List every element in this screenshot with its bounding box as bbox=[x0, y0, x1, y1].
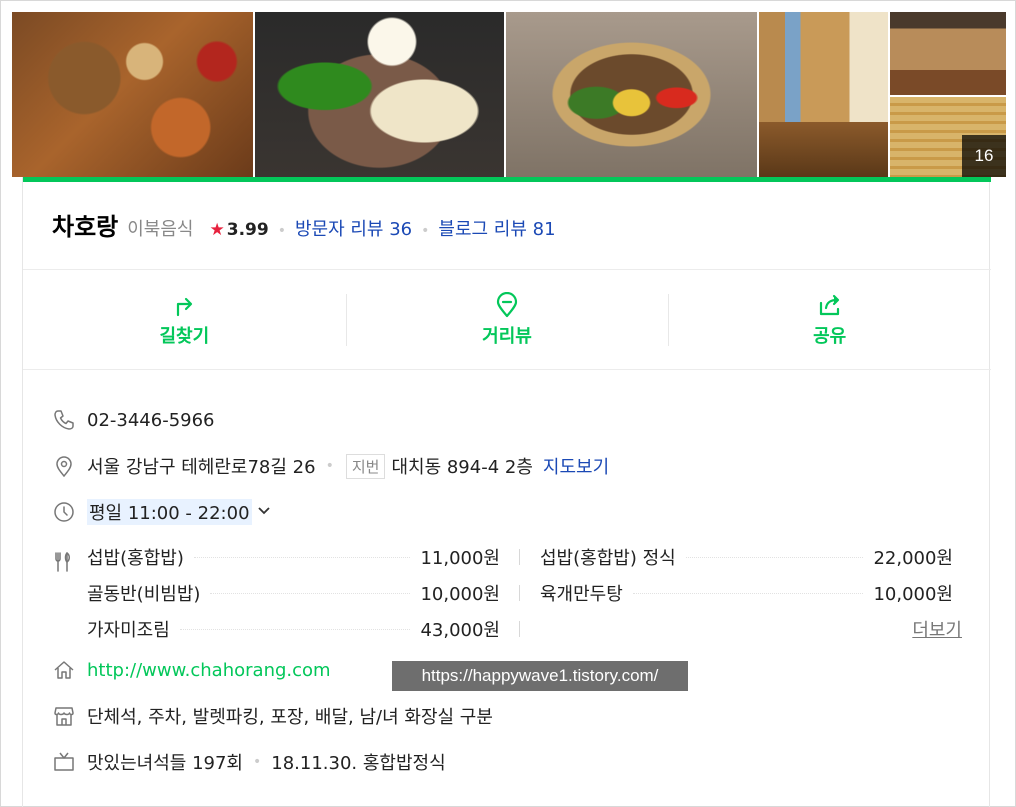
home-icon bbox=[52, 658, 76, 682]
star-icon: ★ bbox=[209, 220, 225, 240]
road-address: 서울 강남구 테헤란로78길 26 bbox=[87, 457, 316, 478]
interior-photo-1[interactable] bbox=[758, 12, 889, 177]
menu-item: 골동반(비빔밥) 10,000원 bbox=[87, 580, 500, 606]
address-row: 서울 강남구 테헤란로78길 26 • 지번 대치동 894-4 2층 지도보기 bbox=[52, 443, 962, 489]
photo-count-badge[interactable]: 16 bbox=[962, 135, 1006, 177]
blog-reviews-link[interactable]: 블로그 리뷰 81 bbox=[438, 215, 555, 241]
leader-line bbox=[632, 592, 864, 594]
amenities-text: 단체석, 주차, 발렛파킹, 포장, 배달, 남/녀 화장실 구분 bbox=[87, 707, 493, 728]
menu-item: 가자미조림 43,000원 bbox=[87, 616, 500, 642]
place-category: 이북음식 bbox=[127, 219, 194, 240]
menu-price: 10,000원 bbox=[873, 584, 953, 605]
menu-separator bbox=[519, 585, 520, 601]
photo-strip[interactable]: 16 bbox=[12, 12, 1006, 177]
leader-line bbox=[685, 556, 864, 558]
menu-row: 골동반(비빔밥) 10,000원 육개만두탕 10,000원 bbox=[87, 575, 962, 611]
street-view-icon bbox=[496, 292, 518, 318]
chevron-down-icon bbox=[257, 504, 270, 520]
menu-item: 섭밥(홍합밥) 정식 22,000원 bbox=[540, 544, 953, 570]
interior-photo-2[interactable] bbox=[890, 12, 1006, 95]
menu-price: 43,000원 bbox=[420, 620, 500, 641]
separator-dot: • bbox=[253, 754, 262, 770]
menu-price: 11,000원 bbox=[420, 548, 500, 569]
food-photo-2[interactable] bbox=[254, 12, 505, 177]
menu-separator bbox=[519, 621, 520, 637]
accent-bar bbox=[23, 177, 991, 182]
food-photo-3[interactable] bbox=[506, 12, 757, 177]
menu-name: 육개만두탕 bbox=[540, 584, 623, 605]
menu-more-link[interactable]: 더보기 bbox=[540, 616, 962, 642]
phone-number[interactable]: 02-3446-5966 bbox=[87, 410, 215, 431]
lot-address-tag: 지번 bbox=[345, 453, 386, 479]
separator-dot: • bbox=[277, 223, 286, 239]
menu-grid: 섭밥(홍합밥) 11,000원 섭밥(홍합밥) 정식 22,000원 골동반(비… bbox=[87, 539, 962, 647]
phone-icon bbox=[52, 408, 76, 432]
tv-show: 맛있는녀석들 197회 bbox=[87, 753, 243, 774]
place-panel: 16 차호랑 이북음식 ★ 3.99 • 방문자 리뷰 36 • 블로그 리뷰 … bbox=[0, 0, 1016, 807]
separator-dot: • bbox=[421, 223, 430, 239]
menu-name: 섭밥(홍합밥) 정식 bbox=[540, 548, 676, 569]
menu-section: 섭밥(홍합밥) 11,000원 섭밥(홍합밥) 정식 22,000원 골동반(비… bbox=[52, 539, 962, 647]
view-map-link[interactable]: 지도보기 bbox=[543, 453, 609, 479]
action-bar: 길찾기 거리뷰 공유 bbox=[23, 270, 991, 370]
directions-icon bbox=[177, 297, 193, 317]
street-view-label: 거리뷰 bbox=[482, 326, 532, 347]
food-photo-1[interactable] bbox=[12, 12, 253, 177]
place-name: 차호랑 bbox=[52, 213, 119, 241]
rating-value: 3.99 bbox=[226, 220, 269, 240]
menu-name: 섭밥(홍합밥) bbox=[87, 548, 184, 569]
menu-item: 육개만두탕 10,000원 bbox=[540, 580, 953, 606]
business-hours: 평일 11:00 - 22:00 bbox=[87, 499, 252, 525]
menu-row: 섭밥(홍합밥) 11,000원 섭밥(홍합밥) 정식 22,000원 bbox=[87, 539, 962, 575]
share-label: 공유 bbox=[813, 326, 847, 347]
blog-watermark: https://happywave1.tistory.com/ bbox=[392, 661, 688, 691]
share-icon bbox=[819, 294, 839, 316]
menu-item: 섭밥(홍합밥) 11,000원 bbox=[87, 544, 500, 570]
menu-price: 22,000원 bbox=[873, 548, 953, 569]
fork-knife-icon bbox=[52, 551, 76, 575]
menu-name: 가자미조림 bbox=[87, 620, 170, 641]
leader-line bbox=[210, 592, 411, 594]
hours-toggle[interactable]: 평일 11:00 - 22:00 bbox=[87, 499, 270, 525]
visitor-reviews-link[interactable]: 방문자 리뷰 36 bbox=[295, 215, 412, 241]
share-button[interactable]: 공유 bbox=[668, 270, 991, 370]
tv-row: 맛있는녀석들 197회 • 18.11.30. 홍합밥정식 bbox=[52, 739, 962, 785]
interior-photo-3[interactable]: 16 bbox=[890, 97, 1006, 177]
store-icon bbox=[52, 704, 76, 728]
menu-separator bbox=[519, 549, 520, 565]
leader-line bbox=[193, 556, 411, 558]
place-card: 차호랑 이북음식 ★ 3.99 • 방문자 리뷰 36 • 블로그 리뷰 81 … bbox=[22, 177, 991, 807]
separator-dot: • bbox=[325, 458, 334, 474]
menu-price: 10,000원 bbox=[420, 584, 500, 605]
menu-name: 골동반(비빔밥) bbox=[87, 584, 201, 605]
tv-episode: 18.11.30. 홍합밥정식 bbox=[271, 753, 446, 774]
divider bbox=[23, 369, 991, 370]
lot-address: 대치동 894-4 2층 bbox=[391, 457, 533, 478]
website-link[interactable]: http://www.chahorang.com bbox=[87, 660, 331, 681]
street-view-button[interactable]: 거리뷰 bbox=[345, 270, 669, 370]
amenities-row: 단체석, 주차, 발렛파킹, 포장, 배달, 남/녀 화장실 구분 bbox=[52, 693, 962, 739]
leader-line bbox=[179, 628, 411, 630]
directions-button[interactable]: 길찾기 bbox=[23, 270, 346, 370]
directions-label: 길찾기 bbox=[159, 326, 210, 347]
hours-row: 평일 11:00 - 22:00 bbox=[52, 489, 962, 535]
title-row: 차호랑 이북음식 ★ 3.99 • 방문자 리뷰 36 • 블로그 리뷰 81 bbox=[52, 207, 556, 242]
location-pin-icon bbox=[52, 454, 76, 478]
tv-icon bbox=[52, 750, 76, 774]
menu-row: 가자미조림 43,000원 더보기 bbox=[87, 611, 962, 647]
clock-icon bbox=[52, 500, 76, 524]
phone-row: 02-3446-5966 bbox=[52, 397, 962, 443]
